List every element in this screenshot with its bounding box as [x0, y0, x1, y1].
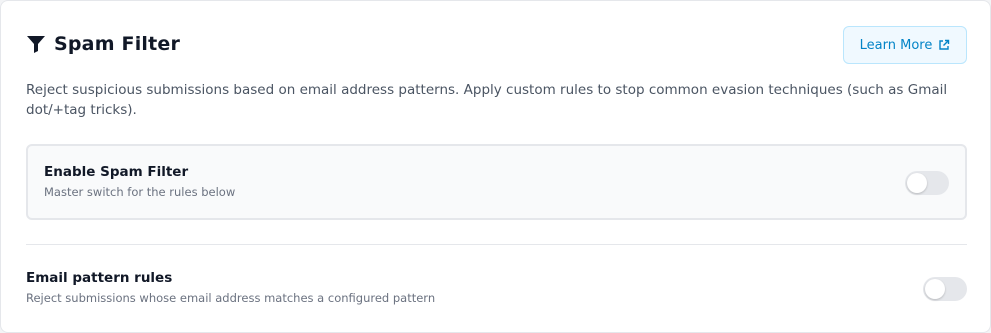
master-switch-title: Enable Spam Filter — [44, 164, 189, 180]
toggle-knob — [907, 173, 927, 193]
external-link-icon — [938, 39, 950, 51]
learn-more-label: Learn More — [859, 37, 933, 53]
section-divider — [26, 244, 967, 245]
card-header: Spam Filter — [26, 33, 180, 55]
page-title: Spam Filter — [54, 33, 181, 55]
email-rules-subtitle: Reject submissions whose email address m… — [26, 291, 436, 305]
email-rules-text: Email pattern rules Reject submissions w… — [26, 270, 435, 305]
master-switch-subtitle: Master switch for the rules below — [44, 185, 236, 199]
master-switch-text: Enable Spam Filter Master switch for the… — [44, 164, 235, 199]
description-text: Reject suspicious submissions based on e… — [26, 82, 948, 118]
filter-icon — [26, 34, 46, 54]
email-rules-title: Email pattern rules — [26, 270, 173, 286]
spam-filter-card: Spam Filter Learn More Reject suspicious… — [0, 0, 991, 333]
toggle-knob — [925, 279, 945, 299]
email-rules-toggle[interactable] — [923, 277, 967, 301]
learn-more-button[interactable]: Learn More — [843, 26, 967, 64]
master-switch-toggle[interactable] — [905, 171, 949, 195]
master-switch-panel: Enable Spam Filter Master switch for the… — [26, 144, 967, 220]
